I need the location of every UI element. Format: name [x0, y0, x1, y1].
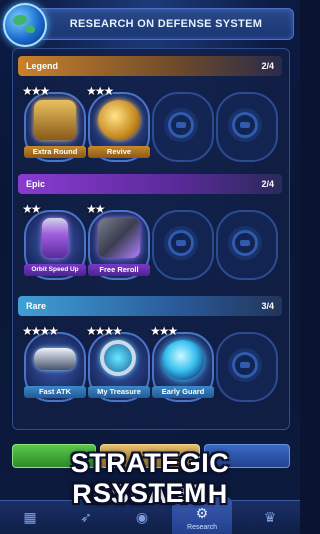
- section-count: 2/4: [261, 179, 274, 189]
- page-title: RESEARCH ON DEFENSE SYSTEM: [69, 18, 263, 30]
- device-icon: [98, 218, 140, 258]
- research-item-extra-round[interactable]: ★★★ Extra Round: [22, 84, 86, 162]
- star-rating: ★★★: [150, 324, 178, 338]
- shield-orb-icon: [162, 340, 204, 380]
- section-header: Epic 2/4: [18, 174, 282, 194]
- section-header: Legend 2/4: [18, 56, 282, 76]
- locked-slot[interactable]: [216, 210, 278, 280]
- shop-icon: ▦: [23, 509, 37, 525]
- research-item-free-reroll[interactable]: ★★ Free Reroll: [86, 202, 150, 280]
- section-count: 3/4: [261, 301, 274, 311]
- star-rating: ★★: [22, 202, 41, 216]
- locked-slot[interactable]: [216, 332, 278, 402]
- locked-slot-icon: [232, 230, 258, 256]
- header-bar: RESEARCH ON DEFENSE SYSTEM: [3, 3, 294, 47]
- rocket-icon: ➶: [80, 509, 92, 525]
- section-count: 2/4: [261, 61, 274, 71]
- item-label: Early Guard: [152, 386, 214, 398]
- section-legend: Legend 2/4 ★★★ Extra Round ★★★ Revive: [18, 56, 282, 166]
- locked-slot-icon: [168, 230, 194, 256]
- item-label: Fast ATK: [24, 386, 86, 398]
- locked-slot[interactable]: [216, 92, 278, 162]
- research-item-fast-atk[interactable]: ★★★★ Fast ATK: [22, 324, 86, 402]
- research-item-revive[interactable]: ★★★ Revive: [86, 84, 150, 162]
- item-label: Orbit Speed Up: [24, 264, 86, 276]
- section-rare: Rare 3/4 ★★★★ Fast ATK ★★★★ My Treasure …: [18, 296, 282, 406]
- golden-orb-icon: [98, 100, 140, 140]
- section-epic: Epic 2/4 ★★ Orbit Speed Up ★★ Free Rerol…: [18, 174, 282, 284]
- globe-icon[interactable]: [3, 3, 47, 47]
- star-rating: ★★★★: [22, 324, 59, 338]
- item-label: Revive: [88, 146, 150, 158]
- tab-label: Research: [187, 524, 217, 531]
- trophy-icon: ♛: [263, 509, 277, 525]
- research-item-orbit-speed-up[interactable]: ★★ Orbit Speed Up: [22, 202, 86, 280]
- treasure-chest-icon: [34, 100, 76, 140]
- research-item-early-guard[interactable]: ★★★ Early Guard: [150, 324, 214, 402]
- locked-slot-icon: [232, 352, 258, 378]
- locked-slot-icon: [168, 112, 194, 138]
- cannon-icon: [34, 348, 76, 370]
- planet-icon: ◉: [135, 509, 149, 525]
- magnifier-icon: [100, 340, 136, 376]
- star-rating: ★★★: [22, 84, 50, 98]
- section-name: Rare: [26, 301, 47, 311]
- energy-capsule-icon: [42, 218, 68, 258]
- star-rating: ★★: [86, 202, 105, 216]
- section-header: Rare 3/4: [18, 296, 282, 316]
- section-name: Legend: [26, 61, 59, 71]
- locked-slot[interactable]: [152, 92, 214, 162]
- promo-title-line2: SYSTEM: [92, 478, 208, 508]
- locked-slot-icon: [232, 112, 258, 138]
- item-label: Free Reroll: [88, 264, 150, 276]
- star-rating: ★★★★: [86, 324, 123, 338]
- item-label: My Treasure: [88, 386, 150, 398]
- section-name: Epic: [26, 179, 46, 189]
- research-item-my-treasure[interactable]: ★★★★ My Treasure: [86, 324, 150, 402]
- star-rating: ★★★: [86, 84, 114, 98]
- item-label: Extra Round: [24, 146, 86, 158]
- locked-slot[interactable]: [152, 210, 214, 280]
